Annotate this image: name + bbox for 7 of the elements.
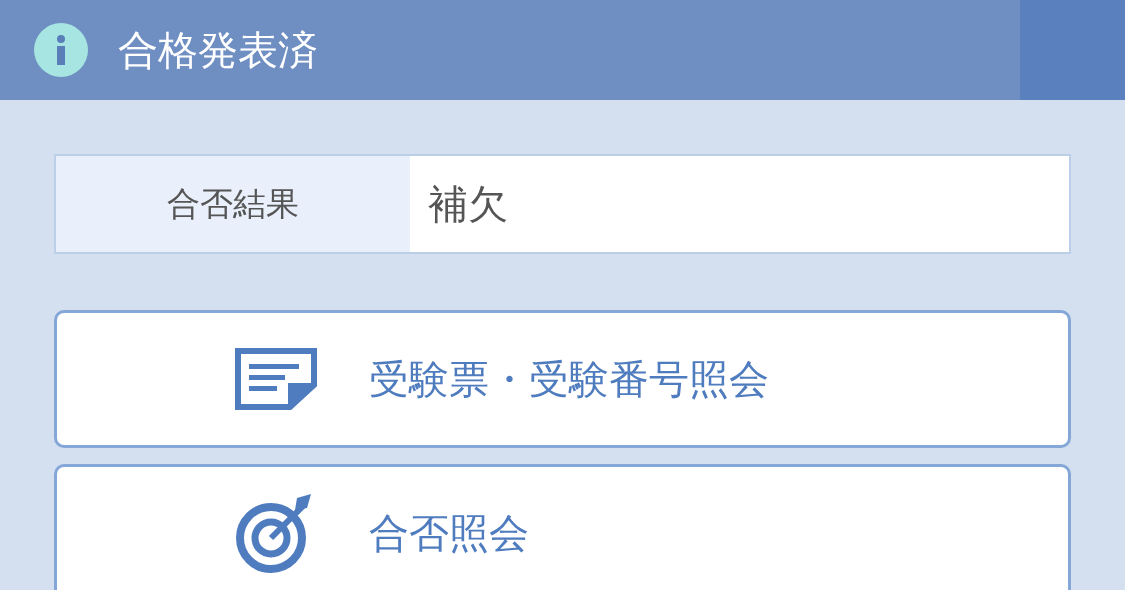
result-label: 合否結果 bbox=[56, 156, 410, 252]
menu-button[interactable]: 合否照会 bbox=[54, 464, 1071, 590]
document-icon bbox=[235, 348, 317, 410]
info-icon bbox=[34, 23, 88, 77]
result-value: 補欠 bbox=[427, 179, 509, 229]
menu-button[interactable]: 受験票・受験番号照会 bbox=[54, 310, 1071, 448]
header-title: 合格発表済 bbox=[118, 25, 318, 75]
